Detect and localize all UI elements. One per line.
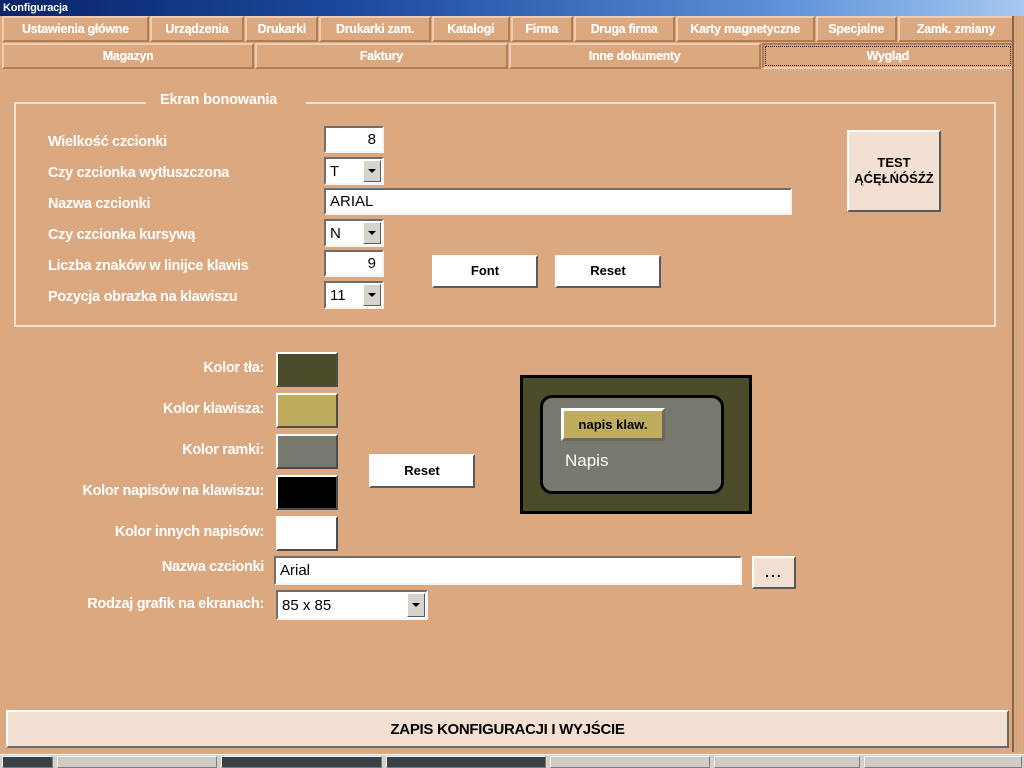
preview-panel: napis klaw. Napis [520,375,752,514]
label-kolor-tla: Kolor tła: [203,360,264,376]
input-wielkosc-czcionki[interactable]: 8 [324,126,384,153]
configuration-window: Konfiguracja Ustawienia główne Urządzenia… [0,0,1024,768]
tab-urz-dzenia[interactable]: Urządzenia [149,16,245,42]
label-czy-czcionka-wytluszczona: Czy czcionka wytłuszczona [48,165,230,181]
swatch-kolor-innych-napisow[interactable] [276,516,338,551]
window-titlebar: Konfiguracja [0,0,1024,16]
tab-label: Karty magnetyczne [690,22,800,36]
test-button-line1: TEST [877,154,911,170]
label-kolor-klawisza: Kolor klawisza: [162,401,264,417]
combo-pozycja-obrazka[interactable]: 11 [324,281,384,309]
combo-value-pozycja-obrazka: 11 [330,286,346,304]
label-rodzaj-grafik: Rodzaj grafik na ekranach: [87,596,264,612]
swatch-kolor-tla[interactable] [276,352,338,387]
groupbox-title: Ekran bonowania [154,92,284,108]
tab-label: Wygląd [866,49,910,63]
tab-row-secondary: Magazyn Faktury Inne dokumenty Wygląd [2,43,1015,69]
taskbar-item[interactable] [549,756,710,768]
taskbar-start-button[interactable] [2,756,54,768]
label-nazwa-czcionki-ekran: Nazwa czcionki [48,196,151,212]
save-and-exit-button[interactable]: ZAPIS KONFIGURACJI I WYJŚCIE [6,710,1009,748]
groupbox-top-border-left [14,102,146,104]
tab-wygl-d[interactable]: Wygląd [761,43,1014,69]
window-right-edge-shadow [1012,16,1014,752]
label-czy-czcionka-kursywa: Czy czcionka kursywą [48,227,196,243]
combo-value-wytluszczona: T [330,162,340,180]
label-wielkosc-czcionki: Wielkość czcionki [48,134,167,150]
preview-key-button: napis klaw. [561,408,665,441]
groupbox-top-border-right [306,102,996,104]
test-button[interactable]: TEST ĄĆĘŁŃÓŚŹŻ [847,130,941,212]
tab-inne-dokumenty[interactable]: Inne dokumenty [508,43,761,69]
tab-label: Drukarki [257,22,307,36]
reset-font-button[interactable]: Reset [555,255,661,288]
input-liczba-znakow[interactable]: 9 [324,250,384,277]
chevron-down-icon[interactable] [363,222,381,244]
tab-label: Faktury [359,49,403,63]
input-nazwa-czcionki-global[interactable]: Arial [274,556,742,585]
combo-czy-czcionka-wytluszczona[interactable]: T [324,157,384,185]
tab-label: Urządzenia [165,22,229,36]
tab-katalogi[interactable]: Katalogi [431,16,510,42]
ekran-bonowania-groupbox: Ekran bonowania Wielkość czcionki 8 Czy … [14,92,996,327]
tab-drukarki-zam[interactable]: Drukarki zam. [319,16,431,42]
tab-zamk-zmiany[interactable]: Zamk. zmiany [897,16,1014,42]
client-area: Ekran bonowania Wielkość czcionki 8 Czy … [2,72,1012,706]
taskbar-item[interactable] [57,756,218,768]
tab-drukarki[interactable]: Drukarki [245,16,319,42]
tab-label: Zamk. zmiany [916,22,996,36]
label-nazwa-czcionki-global: Nazwa czcionki [161,559,264,575]
preview-key-label: napis klaw. [578,417,648,432]
label-kolor-innych-napisow: Kolor innych napisów: [114,524,264,540]
browse-font-button[interactable]: ... [752,556,796,589]
tab-label: Inne dokumenty [588,49,681,63]
tab-ustawienia-g-wne[interactable]: Ustawienia główne [2,16,149,42]
window-title: Konfiguracja [3,2,68,14]
preview-frame: napis klaw. Napis [540,395,724,494]
tab-firma[interactable]: Firma [510,16,573,42]
combo-value-rodzaj-grafik: 85 x 85 [282,596,332,614]
tab-label: Specjalne [828,22,885,36]
label-pozycja-obrazka: Pozycja obrazka na klawiszu [48,289,238,305]
reset-colors-button[interactable]: Reset [369,454,475,488]
swatch-kolor-ramki[interactable] [276,434,338,469]
tab-label: Drukarki zam. [335,22,415,36]
swatch-kolor-klawisza[interactable] [276,393,338,428]
desktop-taskbar [0,754,1024,768]
window-right-margin [1016,16,1024,752]
label-kolor-ramki: Kolor ramki: [182,442,264,458]
preview-caption: Napis [565,451,609,470]
taskbar-tray[interactable] [863,756,1022,768]
label-kolor-napisow-na-klawiszu: Kolor napisów na klawiszu: [82,483,264,499]
tab-row-primary: Ustawienia główne Urządzenia Drukarki Druka… [2,16,1015,42]
tab-label: Druga firma [590,22,658,36]
taskbar-item[interactable] [385,756,546,768]
chevron-down-icon[interactable] [363,284,381,306]
label-liczba-znakow: Liczba znaków w linijce klawis [48,258,249,274]
tab-karty-magnetyczne[interactable]: Karty magnetyczne [675,16,815,42]
tab-label: Magazyn [102,49,154,63]
combo-rodzaj-grafik[interactable]: 85 x 85 [276,590,428,620]
taskbar-item[interactable] [713,756,860,768]
combo-czy-czcionka-kursywa[interactable]: N [324,219,384,247]
tab-strip: Ustawienia główne Urządzenia Drukarki Druka… [0,16,1015,69]
tab-faktury[interactable]: Faktury [255,43,508,69]
tab-specjalne[interactable]: Specjalne [815,16,897,42]
swatch-kolor-napisow-na-klawiszu[interactable] [276,475,338,510]
tab-label: Katalogi [447,22,495,36]
tab-label: Firma [525,22,559,36]
tab-druga-firma[interactable]: Druga firma [573,16,675,42]
input-nazwa-czcionki-ekran[interactable]: ARIAL [324,188,792,215]
tab-magazyn[interactable]: Magazyn [2,43,255,69]
test-button-line2: ĄĆĘŁŃÓŚŹŻ [854,171,934,186]
combo-value-kursywa: N [330,224,341,242]
chevron-down-icon[interactable] [407,593,425,617]
tab-label: Ustawienia główne [22,22,129,36]
taskbar-item[interactable] [221,756,382,768]
font-button[interactable]: Font [432,255,538,288]
chevron-down-icon[interactable] [363,160,381,182]
